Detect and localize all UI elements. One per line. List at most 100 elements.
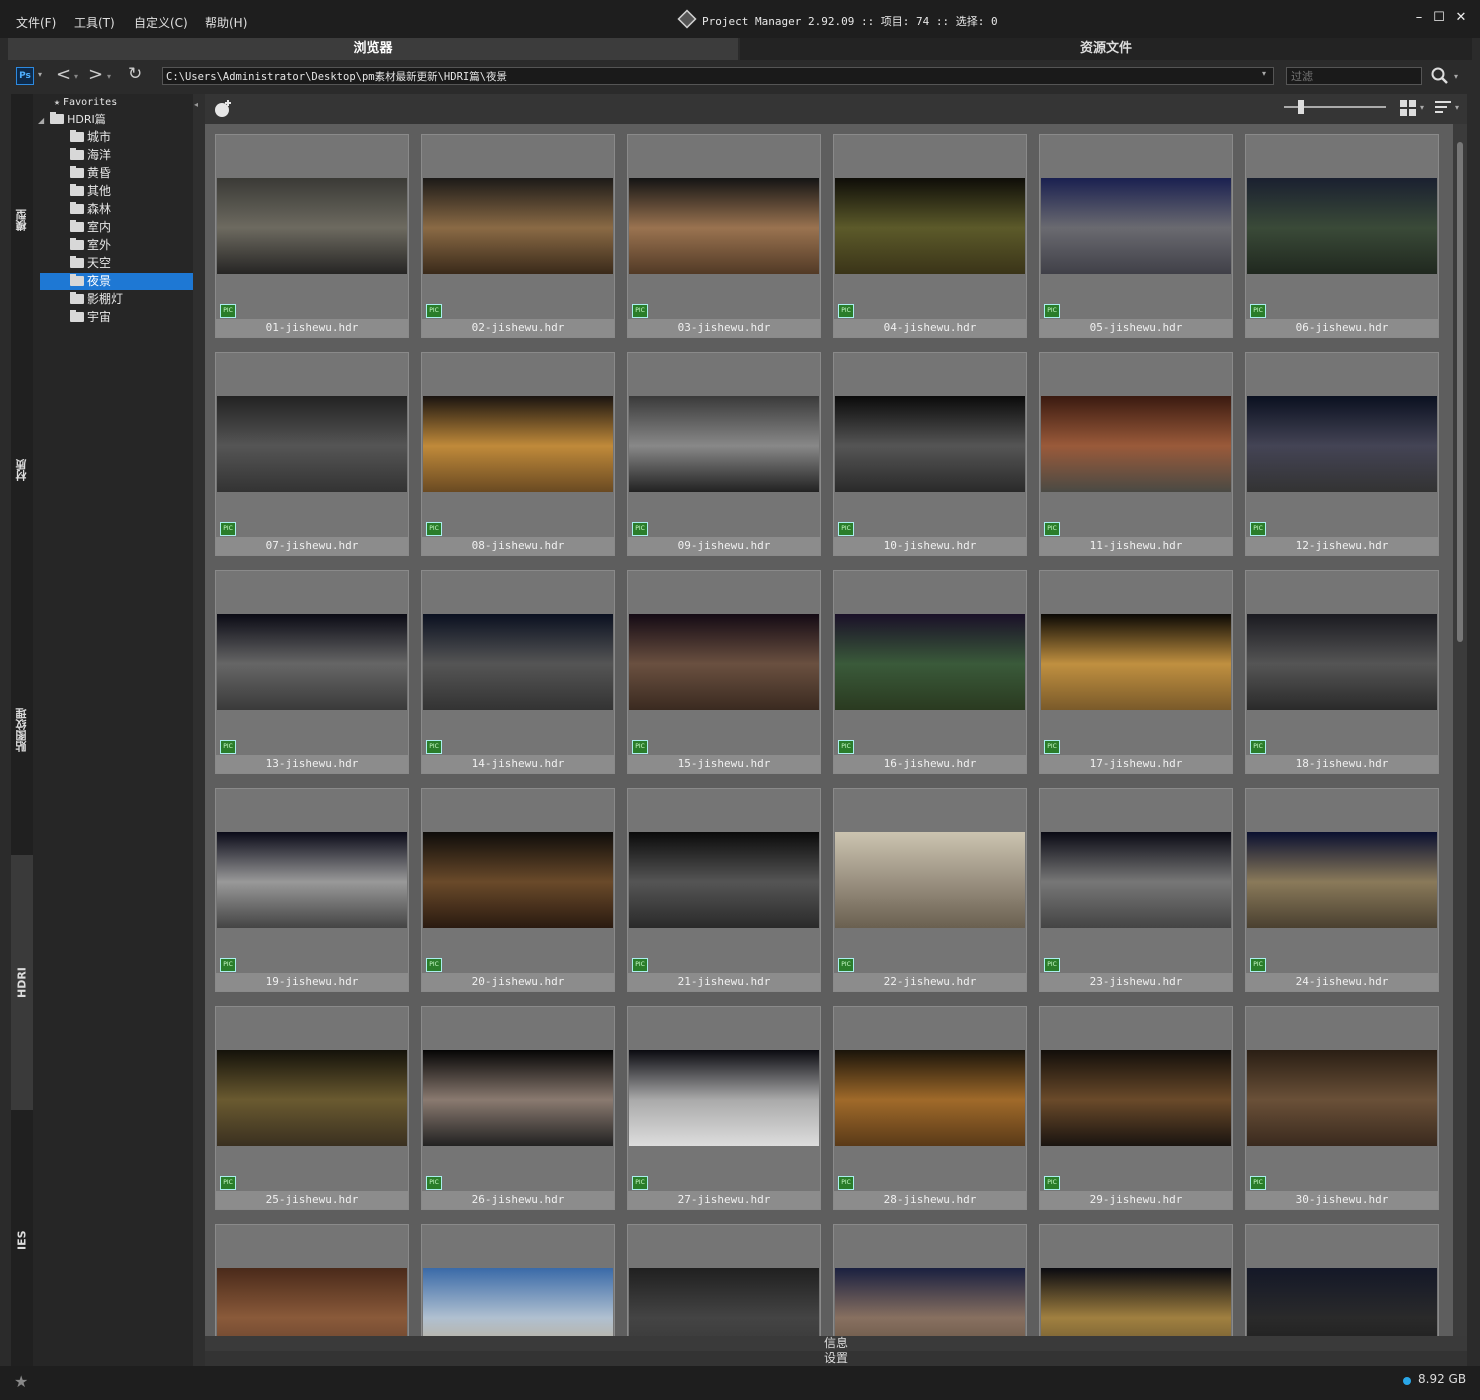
file-name: 29-jishewu.hdr [1040, 1191, 1232, 1209]
thumbnail-tile[interactable]: PIC 02-jishewu.hdr [421, 134, 615, 338]
thumbnail-tile[interactable]: PIC 18-jishewu.hdr [1245, 570, 1439, 774]
tab-browser[interactable]: 浏览器 [8, 38, 738, 60]
photoshop-icon[interactable]: Ps [16, 67, 34, 85]
thumbnail-tile[interactable]: PIC 30-jishewu.hdr [1245, 1006, 1439, 1210]
thumbnail-tile[interactable]: PIC 19-jishewu.hdr [215, 788, 409, 992]
tab-assets[interactable]: 资源文件 [740, 38, 1472, 60]
thumbnail-tile[interactable]: PIC 13-jishewu.hdr [215, 570, 409, 774]
thumbnail-tile[interactable]: PIC 03-jishewu.hdr [627, 134, 821, 338]
collapse-panel-icon[interactable]: ◂ [194, 100, 198, 109]
vtab-materials[interactable]: 材质 [11, 440, 33, 500]
thumbnail-tile[interactable] [627, 1224, 821, 1336]
thumbnail-tile[interactable]: PIC 29-jishewu.hdr [1039, 1006, 1233, 1210]
vtab-textures[interactable]: 贴图纹理 [11, 690, 33, 770]
thumbnail-tile[interactable]: PIC 22-jishewu.hdr [833, 788, 1027, 992]
zoom-slider-handle[interactable] [1298, 100, 1304, 114]
pic-file-icon: PIC [632, 958, 648, 972]
search-icon[interactable] [1430, 66, 1450, 86]
thumbnail-tile[interactable]: PIC 10-jishewu.hdr [833, 352, 1027, 556]
thumbnail-tile[interactable]: PIC 20-jishewu.hdr [421, 788, 615, 992]
tree-item[interactable]: 宇宙 [70, 309, 111, 326]
settings-panel-header[interactable]: 设置 [205, 1351, 1467, 1366]
thumbnail-tile[interactable] [421, 1224, 615, 1336]
collapse-arrow-icon[interactable]: ◢ [38, 116, 44, 125]
thumbnail-tile[interactable] [1245, 1224, 1439, 1336]
thumbnail-tile[interactable]: PIC 21-jishewu.hdr [627, 788, 821, 992]
thumbnail-tile[interactable]: PIC 06-jishewu.hdr [1245, 134, 1439, 338]
tree-item[interactable]: 天空 [70, 255, 111, 272]
path-dropdown-icon[interactable]: ▾ [1262, 69, 1266, 78]
filter-input[interactable]: 过滤 [1286, 67, 1422, 85]
vtab-hdri[interactable]: HDRI [11, 855, 33, 1110]
thumbnail-tile[interactable]: PIC 12-jishewu.hdr [1245, 352, 1439, 556]
ps-dropdown-icon[interactable]: ▾ [38, 70, 42, 79]
tree-root[interactable]: ◢ HDRI篇 [38, 111, 106, 128]
panel-splitter[interactable] [193, 94, 205, 1366]
thumbnail-tile[interactable]: PIC 28-jishewu.hdr [833, 1006, 1027, 1210]
thumbnail-tile[interactable]: PIC 05-jishewu.hdr [1039, 134, 1233, 338]
tree-item[interactable]: 城市 [70, 129, 111, 146]
pic-file-icon: PIC [426, 958, 442, 972]
minimize-button[interactable]: – [1410, 10, 1428, 25]
path-input[interactable]: C:\Users\Administrator\Desktop\pm素材最新更新\… [162, 67, 1274, 85]
tree-item[interactable]: 室外 [70, 237, 111, 254]
tree-item[interactable]: 森林 [70, 201, 111, 218]
sort-dropdown-icon[interactable]: ▾ [1455, 103, 1459, 112]
thumbnail-tile[interactable]: PIC 26-jishewu.hdr [421, 1006, 615, 1210]
menu-file[interactable]: 文件(F) [16, 14, 56, 31]
tree-item[interactable]: 其他 [70, 183, 111, 200]
close-button[interactable]: ✕ [1452, 10, 1470, 25]
thumbnail-tile[interactable]: PIC 24-jishewu.hdr [1245, 788, 1439, 992]
view-dropdown-icon[interactable]: ▾ [1420, 103, 1424, 112]
thumbnail-tile[interactable] [215, 1224, 409, 1336]
back-arrow-icon[interactable]: < [56, 64, 71, 85]
file-name: 21-jishewu.hdr [628, 973, 820, 991]
menu-help[interactable]: 帮助(H) [205, 14, 247, 31]
tree-item[interactable]: 室内 [70, 219, 111, 236]
thumbnail-tile[interactable]: PIC 04-jishewu.hdr [833, 134, 1027, 338]
maximize-button[interactable]: ☐ [1430, 10, 1448, 25]
search-dropdown-icon[interactable]: ▾ [1454, 72, 1458, 81]
vtab-ies[interactable]: IES [11, 1210, 33, 1270]
sort-icon[interactable] [1435, 101, 1451, 115]
hdri-preview-image [629, 832, 819, 928]
thumbnail-tile[interactable]: PIC 01-jishewu.hdr [215, 134, 409, 338]
favorite-star-icon[interactable]: ★ [14, 1372, 28, 1391]
tree-favorites[interactable]: ★ Favorites [54, 94, 117, 111]
history-dropdown-icon[interactable]: ▾ [74, 72, 78, 81]
thumbnail-tile[interactable]: PIC 23-jishewu.hdr [1039, 788, 1233, 992]
forward-arrow-icon[interactable]: > [88, 64, 103, 85]
thumbnail-tile[interactable]: PIC 27-jishewu.hdr [627, 1006, 821, 1210]
scrollbar-thumb[interactable] [1457, 142, 1463, 642]
menu-tools[interactable]: 工具(T) [74, 14, 115, 31]
thumbnail-tile[interactable]: PIC 07-jishewu.hdr [215, 352, 409, 556]
thumbnail-tile[interactable]: PIC 25-jishewu.hdr [215, 1006, 409, 1210]
thumbnail-tile[interactable]: PIC 11-jishewu.hdr [1039, 352, 1233, 556]
thumbnail-tile[interactable] [1039, 1224, 1233, 1336]
thumbnail-tile[interactable]: PIC 17-jishewu.hdr [1039, 570, 1233, 774]
folder-icon [70, 310, 84, 322]
thumbnail-tile[interactable]: PIC 15-jishewu.hdr [627, 570, 821, 774]
thumbnail-tile[interactable]: PIC 09-jishewu.hdr [627, 352, 821, 556]
pic-file-icon: PIC [632, 522, 648, 536]
thumbnail-tile[interactable]: PIC 08-jishewu.hdr [421, 352, 615, 556]
thumbnail-tile[interactable]: PIC 14-jishewu.hdr [421, 570, 615, 774]
pic-file-icon: PIC [426, 1176, 442, 1190]
refresh-icon[interactable]: ↻ [128, 64, 142, 84]
info-panel-header[interactable]: 信息 [205, 1336, 1467, 1351]
vtab-models[interactable]: 模型 [11, 190, 33, 250]
pic-file-icon: PIC [426, 740, 442, 754]
hdri-preview-image [1247, 1268, 1437, 1336]
new-item-icon[interactable] [212, 98, 234, 120]
pic-file-icon: PIC [838, 958, 854, 972]
tree-item[interactable]: 影棚灯 [70, 291, 123, 308]
forward-dropdown-icon[interactable]: ▾ [107, 72, 111, 81]
tree-item[interactable]: 海洋 [70, 147, 111, 164]
pic-file-icon: PIC [1044, 958, 1060, 972]
menu-customize[interactable]: 自定义(C) [134, 14, 188, 31]
thumbnail-tile[interactable] [833, 1224, 1027, 1336]
thumbnail-tile[interactable]: PIC 16-jishewu.hdr [833, 570, 1027, 774]
file-name: 06-jishewu.hdr [1246, 319, 1438, 337]
grid-view-icon[interactable] [1400, 100, 1416, 116]
tree-item[interactable]: 黄昏 [70, 165, 111, 182]
